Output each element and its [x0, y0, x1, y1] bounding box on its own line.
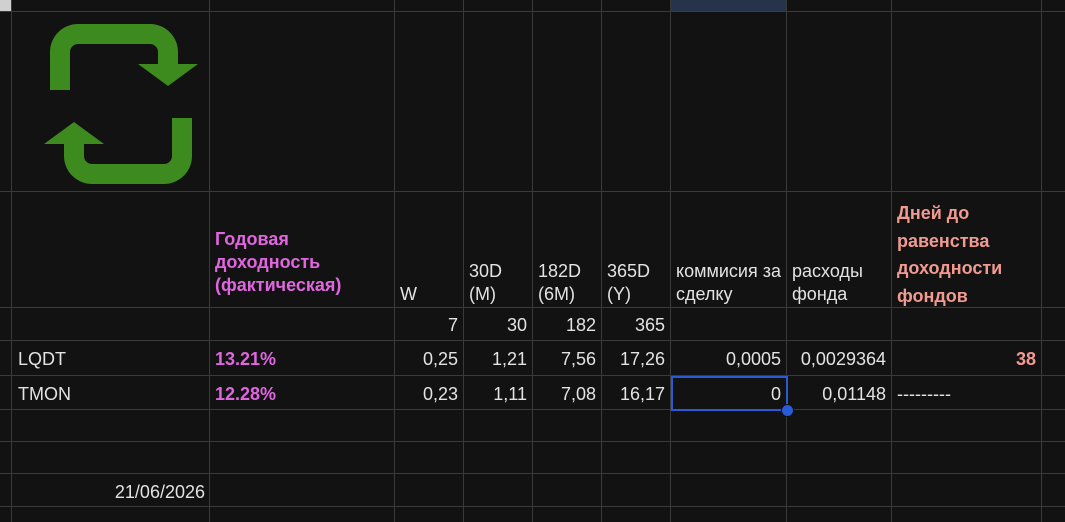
- period-w[interactable]: 7: [395, 314, 458, 336]
- header-w[interactable]: W: [400, 283, 460, 306]
- header-annual-yield[interactable]: Годовая доходность (фактическая): [215, 228, 393, 297]
- cell-365d[interactable]: 16,17: [602, 383, 665, 405]
- gridline: [670, 0, 671, 522]
- gridline: [0, 409, 1065, 410]
- gridline: [1041, 0, 1042, 522]
- period-30d[interactable]: 30: [464, 314, 527, 336]
- cell-expenses[interactable]: 0,01148: [787, 383, 886, 405]
- cell-w[interactable]: 0,23: [395, 383, 458, 405]
- cell-182d[interactable]: 7,56: [533, 348, 596, 370]
- gridline: [786, 0, 787, 522]
- cell-yield[interactable]: 13.21%: [215, 348, 276, 370]
- period-365d[interactable]: 365: [602, 314, 665, 336]
- cell-182d[interactable]: 7,08: [533, 383, 596, 405]
- cell-date[interactable]: 21/06/2026: [12, 481, 205, 503]
- period-182d[interactable]: 182: [533, 314, 596, 336]
- gridline: [209, 0, 210, 522]
- cell-30d[interactable]: 1,11: [464, 383, 527, 405]
- gridline: [0, 375, 1065, 376]
- select-all-corner[interactable]: [0, 0, 11, 11]
- cell-days[interactable]: ---------: [897, 383, 951, 405]
- cell-ticker[interactable]: LQDT: [18, 348, 66, 370]
- header-days-to-parity[interactable]: Дней до равенства доходности фондов: [897, 200, 1039, 310]
- cell-w[interactable]: 0,25: [395, 348, 458, 370]
- gridline: [11, 0, 12, 522]
- header-30d[interactable]: 30D (M): [469, 260, 531, 306]
- cell-days[interactable]: 38: [892, 348, 1036, 370]
- gridline: [891, 0, 892, 522]
- gridline: [463, 0, 464, 522]
- cell-365d[interactable]: 17,26: [602, 348, 665, 370]
- gridline: [601, 0, 602, 522]
- selected-cell-outline[interactable]: [671, 376, 788, 411]
- cell-expenses[interactable]: 0,0029364: [787, 348, 886, 370]
- fill-handle[interactable]: [781, 404, 794, 417]
- gridline: [0, 340, 1065, 341]
- header-fund-expenses[interactable]: расходы фонда: [792, 260, 888, 306]
- green-refresh-cycle-icon: [44, 24, 198, 184]
- selected-column-header[interactable]: [671, 0, 786, 11]
- cell-yield[interactable]: 12.28%: [215, 383, 276, 405]
- gridline: [0, 11, 1065, 12]
- header-365d[interactable]: 365D (Y): [607, 260, 669, 306]
- gridline: [0, 473, 1065, 474]
- gridline: [0, 441, 1065, 442]
- cell-commission[interactable]: 0,0005: [671, 348, 781, 370]
- cell-ticker[interactable]: TMON: [18, 383, 71, 405]
- gridline: [0, 506, 1065, 507]
- header-182d[interactable]: 182D (6M): [538, 260, 600, 306]
- cell-30d[interactable]: 1,21: [464, 348, 527, 370]
- gridline: [0, 191, 1065, 192]
- header-commission[interactable]: коммисия за сделку: [676, 260, 784, 306]
- gridline: [532, 0, 533, 522]
- gridline: [394, 0, 395, 522]
